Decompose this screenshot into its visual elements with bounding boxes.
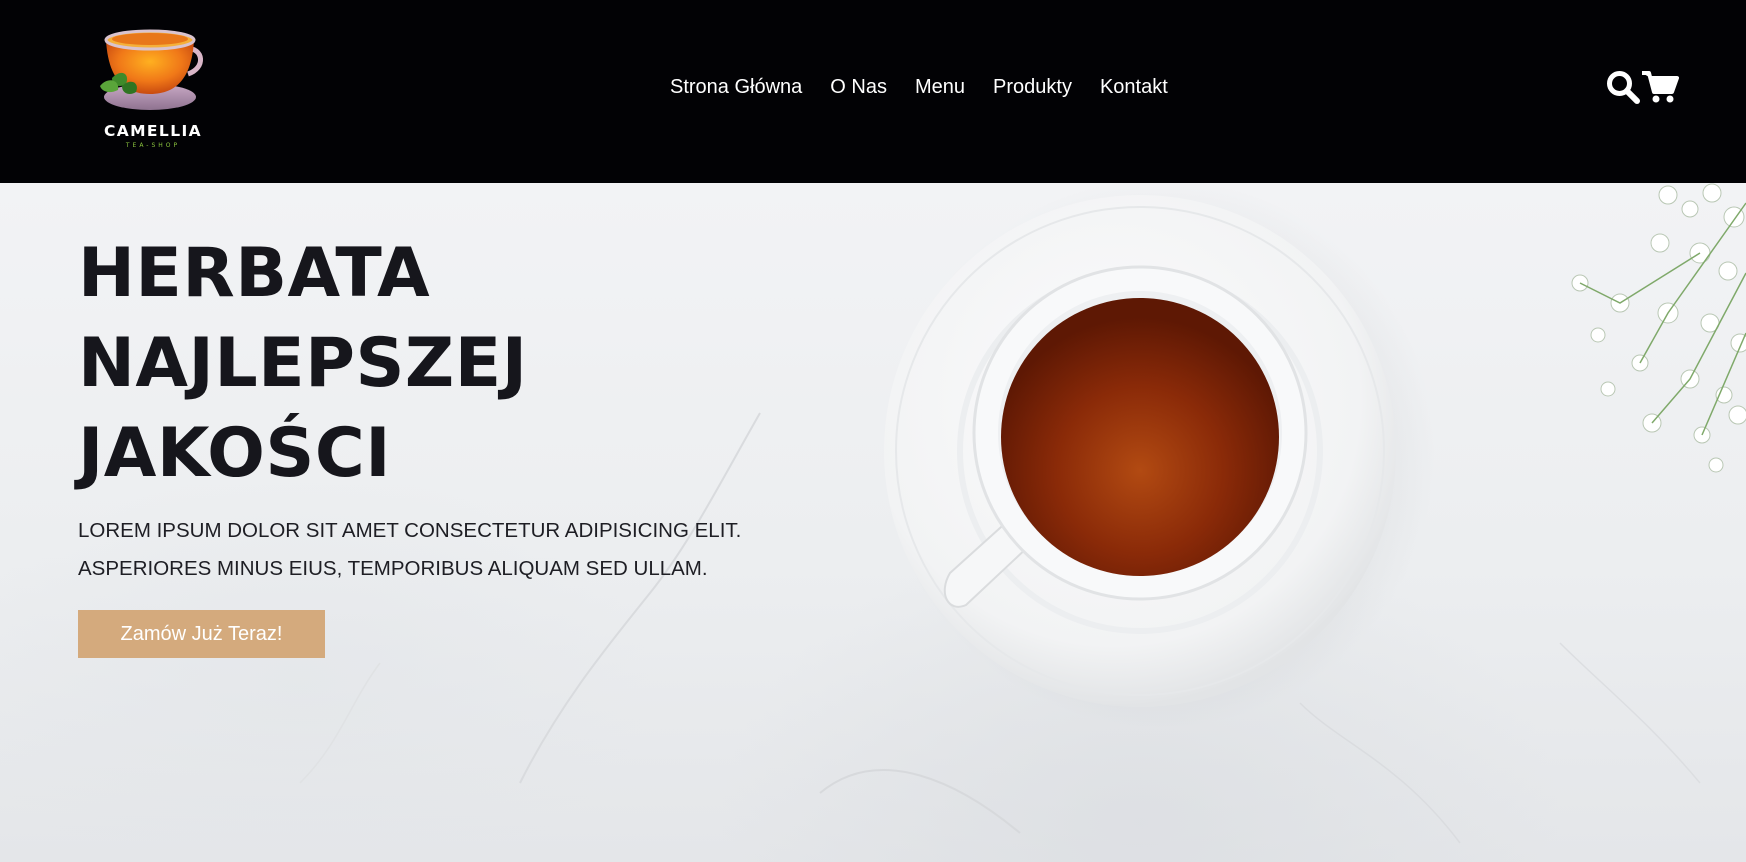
nav-item-about[interactable]: O Nas [830,73,887,103]
tea-cup-logo-icon [100,29,203,110]
hero-description-line: LOREM IPSUM DOLOR SIT AMET CONSECTETUR A… [78,519,742,542]
cart-icon[interactable] [1641,70,1679,104]
site-header: CAMELLIA TEA-SHOP Strona Główna O Nas Me… [0,0,1746,183]
order-now-button[interactable]: Zamów Już Teraz! [78,610,325,658]
search-icon[interactable] [1606,70,1640,104]
header-icons [1606,70,1679,106]
brand-logo[interactable]: CAMELLIA TEA-SHOP [88,18,218,158]
hero-title: HERBATA NAJLEPSZEJ JAKOŚCI [78,229,778,499]
brand-tagline: TEA-SHOP [125,142,181,149]
main-nav: Strona Główna O Nas Menu Produkty Kontak… [670,73,1168,103]
hero-description-line: ASPERIORES MINUS EIUS, TEMPORIBUS ALIQUA… [78,557,708,580]
hero-section: HERBATA NAJLEPSZEJ JAKOŚCI LOREM IPSUM D… [0,183,1746,862]
nav-item-contact[interactable]: Kontakt [1100,73,1168,103]
nav-item-home[interactable]: Strona Główna [670,73,802,103]
hero-title-line: HERBATA [78,234,431,313]
hero-title-line: NAJLEPSZEJ [78,324,528,403]
hero-description: LOREM IPSUM DOLOR SIT AMET CONSECTETUR A… [78,512,838,588]
nav-item-products[interactable]: Produkty [993,73,1072,103]
brand-name: CAMELLIA [103,122,203,140]
nav-item-menu[interactable]: Menu [915,73,965,103]
hero-title-line: JAKOŚCI [78,414,392,493]
